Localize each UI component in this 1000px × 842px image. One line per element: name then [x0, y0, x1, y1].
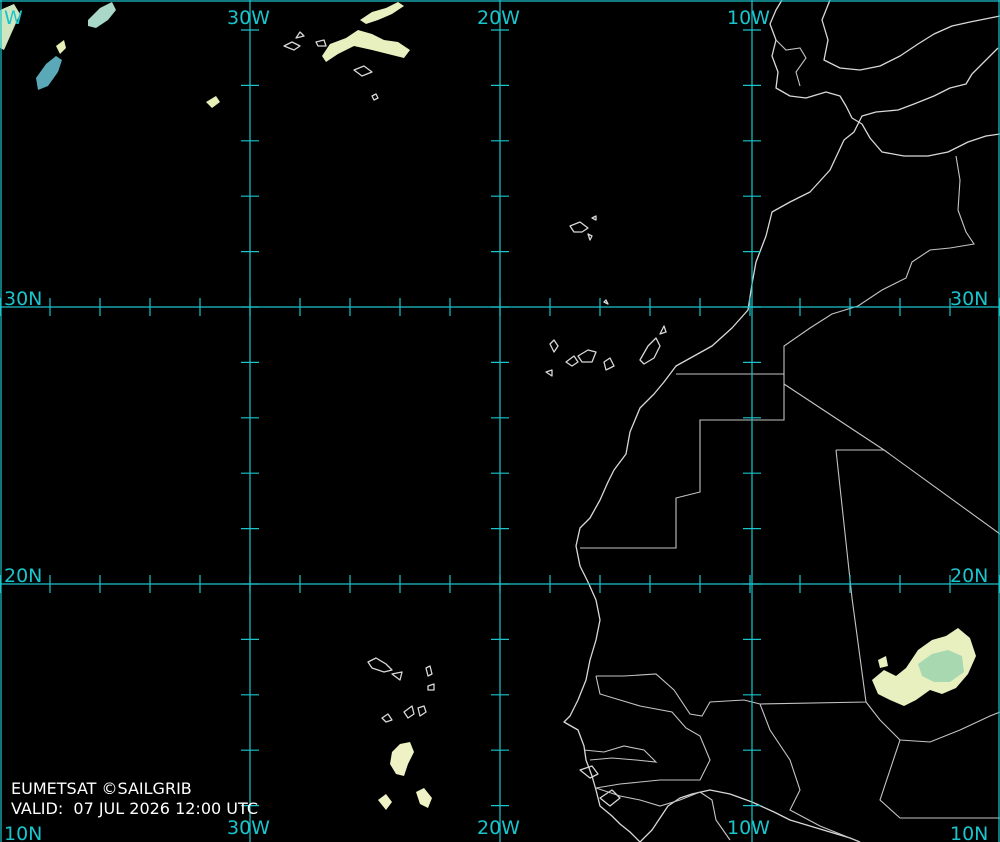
lon-label-10w-bottom: 10W — [727, 817, 770, 839]
lon-label-top-left-corner: W — [4, 7, 23, 29]
lon-label-10w-top: 10W — [727, 7, 770, 29]
lon-label-20w-top: 20W — [477, 7, 520, 29]
lon-label-20w-bottom: 20W — [477, 817, 520, 839]
lat-label-20n-left: 20N — [4, 565, 42, 587]
satellite-map: 30W 20W 10W 30W 20W 10W 30N 20N 30N 20N … — [0, 0, 1000, 842]
lat-label-10n-bottom-left: 10N — [4, 823, 42, 842]
lat-label-30n-right: 30N — [950, 288, 988, 310]
credit-label: EUMETSAT ©SAILGRIB — [11, 779, 192, 798]
valid-time-row: VALID: 07 JUL 2026 12:00 UTC — [11, 800, 258, 818]
valid-time: 07 JUL 2026 12:00 UTC — [73, 799, 258, 818]
lat-label-30n-left: 30N — [4, 288, 42, 310]
valid-label: VALID: — [11, 799, 64, 818]
lat-label-10n-bottom-right: 10N — [950, 823, 988, 842]
lon-label-30w-top: 30W — [227, 7, 270, 29]
lat-label-20n-right: 20N — [950, 565, 988, 587]
lon-label-30w-bottom: 30W — [227, 817, 270, 839]
